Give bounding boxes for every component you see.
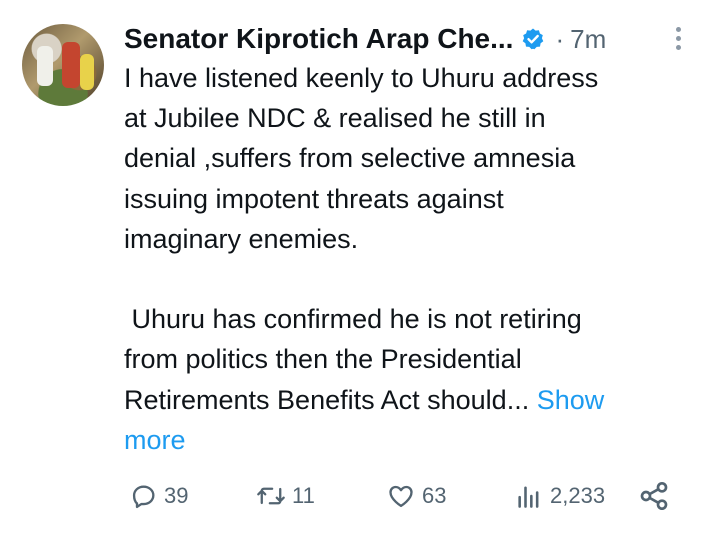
- avatar[interactable]: [22, 24, 104, 106]
- tweet-line: imaginary enemies.: [124, 223, 359, 254]
- reply-count: 39: [164, 483, 189, 508]
- share-icon: [640, 482, 668, 510]
- tweet-line-with-show-more: Retirements Benefits Act should... Show: [124, 380, 684, 420]
- views-count: 2,233: [550, 483, 606, 508]
- share-button[interactable]: [638, 476, 670, 516]
- show-more-link[interactable]: more: [124, 420, 684, 460]
- post-time[interactable]: 7m: [570, 24, 606, 55]
- like-count: 63: [422, 483, 447, 508]
- tweet-line: denial ,suffers from selective amnesia: [124, 143, 576, 174]
- tweet-line: [124, 259, 684, 299]
- repost-icon: [257, 487, 285, 505]
- views-button[interactable]: 2,233: [514, 476, 605, 516]
- action-bar: 39 11 63 2,233: [0, 476, 720, 516]
- reply-button[interactable]: 39: [130, 476, 188, 516]
- like-icon: [389, 485, 413, 508]
- avatar-figure: [80, 54, 94, 90]
- verified-badge-icon: [523, 28, 544, 50]
- tweet-line: Retirements Benefits Act should...: [124, 384, 530, 415]
- tweet-line: at Jubilee NDC & realised he still in: [124, 103, 546, 134]
- tweet-line: I have listened keenly to Uhuru address: [124, 63, 599, 93]
- author-name[interactable]: Senator Kiprotich Arap Che...: [124, 23, 513, 55]
- tweet-line: Uhuru has confirmed he is not retiring: [124, 304, 582, 335]
- reply-icon: [132, 485, 155, 509]
- show-more-link[interactable]: Show: [537, 385, 605, 415]
- more-options-icon[interactable]: [670, 24, 686, 54]
- repost-button[interactable]: 11: [256, 476, 315, 516]
- tweet-line: from politics then the Presidential: [124, 344, 522, 375]
- tweet-line: issuing impotent threats against: [124, 183, 504, 214]
- tweet-text: I have listened keenly to Uhuru address …: [124, 58, 684, 460]
- like-button[interactable]: 63: [386, 476, 446, 516]
- avatar-figure: [37, 46, 53, 86]
- repost-count: 11: [292, 483, 315, 508]
- tweet-header: Senator Kiprotich Arap Che... · 7m: [124, 22, 606, 56]
- avatar-figure: [62, 42, 80, 88]
- views-icon: [518, 486, 539, 508]
- separator-dot: ·: [555, 23, 565, 54]
